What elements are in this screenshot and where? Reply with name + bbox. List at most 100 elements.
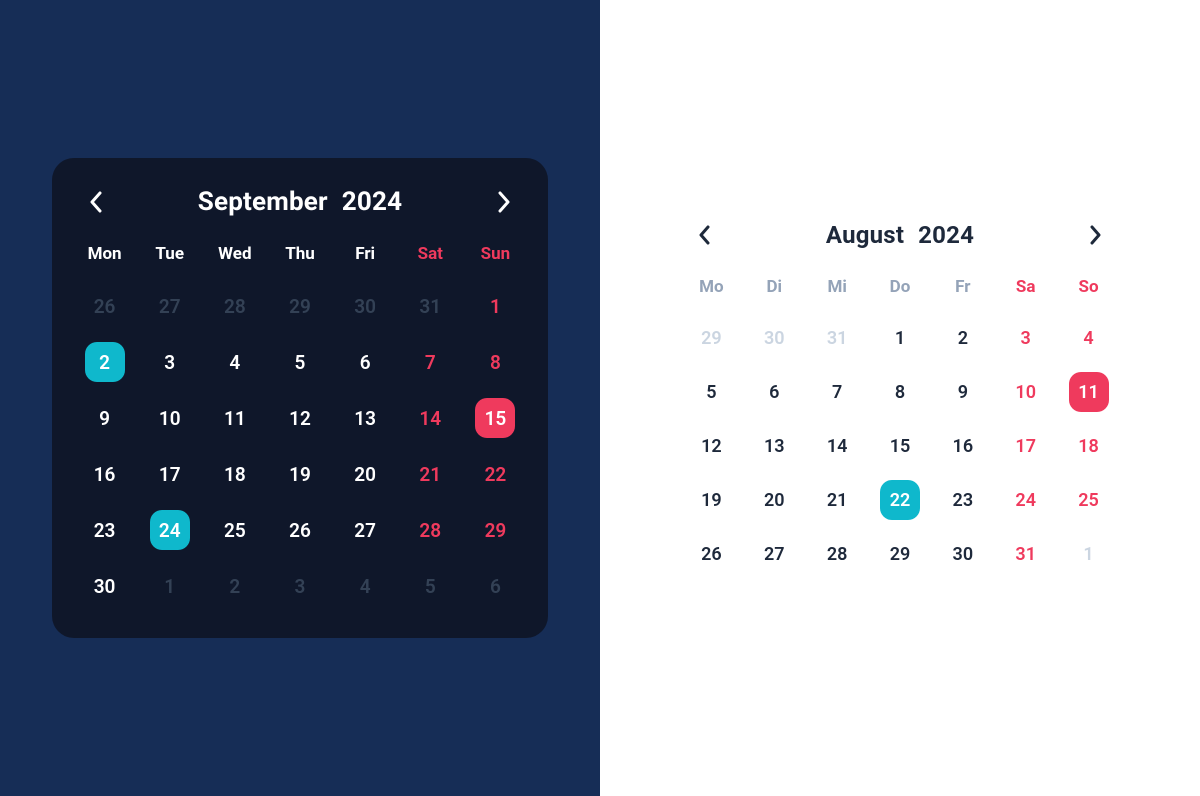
day-cell[interactable]: 31 [398,278,463,334]
day-cell[interactable]: 29 [463,502,528,558]
day-number: 2 [943,318,983,358]
day-cell[interactable]: 8 [869,365,932,419]
day-number: 20 [754,480,794,520]
day-cell[interactable]: 27 [743,527,806,581]
day-cell[interactable]: 29 [680,311,743,365]
month-label[interactable]: September [198,187,328,217]
day-cell[interactable]: 26 [680,527,743,581]
day-cell[interactable]: 11 [1057,365,1120,419]
day-cell[interactable]: 4 [202,334,267,390]
day-cell[interactable]: 16 [72,446,137,502]
day-cell[interactable]: 10 [994,365,1057,419]
day-cell[interactable]: 26 [72,278,137,334]
day-cell[interactable]: 2 [72,334,137,390]
day-cell[interactable]: 27 [333,502,398,558]
day-number: 29 [280,286,320,326]
day-number: 30 [754,318,794,358]
day-number: 18 [215,454,255,494]
day-cell[interactable]: 1 [463,278,528,334]
day-cell[interactable]: 1 [137,558,202,614]
day-cell[interactable]: 31 [994,527,1057,581]
day-cell[interactable]: 5 [267,334,332,390]
day-cell[interactable]: 25 [1057,473,1120,527]
day-cell[interactable]: 28 [202,278,267,334]
day-cell[interactable]: 12 [267,390,332,446]
day-cell[interactable]: 30 [931,527,994,581]
day-cell[interactable]: 23 [931,473,994,527]
day-cell[interactable]: 3 [137,334,202,390]
day-cell[interactable]: 24 [137,502,202,558]
day-cell[interactable]: 1 [869,311,932,365]
year-label[interactable]: 2024 [918,221,974,249]
day-cell[interactable]: 7 [806,365,869,419]
day-cell[interactable]: 10 [137,390,202,446]
day-cell[interactable]: 4 [333,558,398,614]
day-cell[interactable]: 17 [994,419,1057,473]
day-cell[interactable]: 13 [743,419,806,473]
prev-month-button[interactable] [688,219,720,251]
day-cell[interactable]: 9 [72,390,137,446]
month-label[interactable]: August [826,221,904,249]
day-cell[interactable]: 14 [398,390,463,446]
day-cell[interactable]: 2 [931,311,994,365]
day-cell[interactable]: 2 [202,558,267,614]
day-number: 1 [880,318,920,358]
day-number: 2 [85,342,125,382]
day-cell[interactable]: 6 [743,365,806,419]
year-label[interactable]: 2024 [342,187,402,217]
day-cell[interactable]: 30 [72,558,137,614]
day-number: 30 [85,566,125,606]
day-cell[interactable]: 18 [202,446,267,502]
day-cell[interactable]: 13 [333,390,398,446]
day-cell[interactable]: 20 [333,446,398,502]
day-cell[interactable]: 17 [137,446,202,502]
next-month-button[interactable] [1080,219,1112,251]
day-cell[interactable]: 30 [333,278,398,334]
day-number: 27 [150,286,190,326]
day-cell[interactable]: 14 [806,419,869,473]
day-cell[interactable]: 21 [806,473,869,527]
next-month-button[interactable] [488,186,520,218]
day-cell[interactable]: 19 [267,446,332,502]
day-cell[interactable]: 27 [137,278,202,334]
day-cell[interactable]: 1 [1057,527,1120,581]
day-cell[interactable]: 15 [463,390,528,446]
day-cell[interactable]: 21 [398,446,463,502]
day-cell[interactable]: 18 [1057,419,1120,473]
day-cell[interactable]: 9 [931,365,994,419]
day-cell[interactable]: 6 [463,558,528,614]
day-number: 31 [410,286,450,326]
day-cell[interactable]: 31 [806,311,869,365]
day-number: 21 [410,454,450,494]
day-cell[interactable]: 4 [1057,311,1120,365]
day-cell[interactable]: 16 [931,419,994,473]
day-cell[interactable]: 8 [463,334,528,390]
day-cell[interactable]: 22 [463,446,528,502]
day-cell[interactable]: 25 [202,502,267,558]
day-number: 7 [410,342,450,382]
weekday-label: Sa [994,265,1057,311]
day-cell[interactable]: 22 [869,473,932,527]
day-cell[interactable]: 5 [398,558,463,614]
day-cell[interactable]: 30 [743,311,806,365]
day-cell[interactable]: 3 [994,311,1057,365]
day-cell[interactable]: 5 [680,365,743,419]
day-cell[interactable]: 20 [743,473,806,527]
day-cell[interactable]: 29 [869,527,932,581]
day-cell[interactable]: 23 [72,502,137,558]
day-cell[interactable]: 12 [680,419,743,473]
day-cell[interactable]: 28 [806,527,869,581]
day-cell[interactable]: 6 [333,334,398,390]
day-cell[interactable]: 3 [267,558,332,614]
day-cell[interactable]: 29 [267,278,332,334]
day-number: 1 [1069,534,1109,574]
weekday-label: Fri [333,232,398,278]
day-cell[interactable]: 11 [202,390,267,446]
day-cell[interactable]: 15 [869,419,932,473]
day-cell[interactable]: 28 [398,502,463,558]
day-cell[interactable]: 7 [398,334,463,390]
prev-month-button[interactable] [80,186,112,218]
day-cell[interactable]: 26 [267,502,332,558]
day-cell[interactable]: 19 [680,473,743,527]
day-cell[interactable]: 24 [994,473,1057,527]
